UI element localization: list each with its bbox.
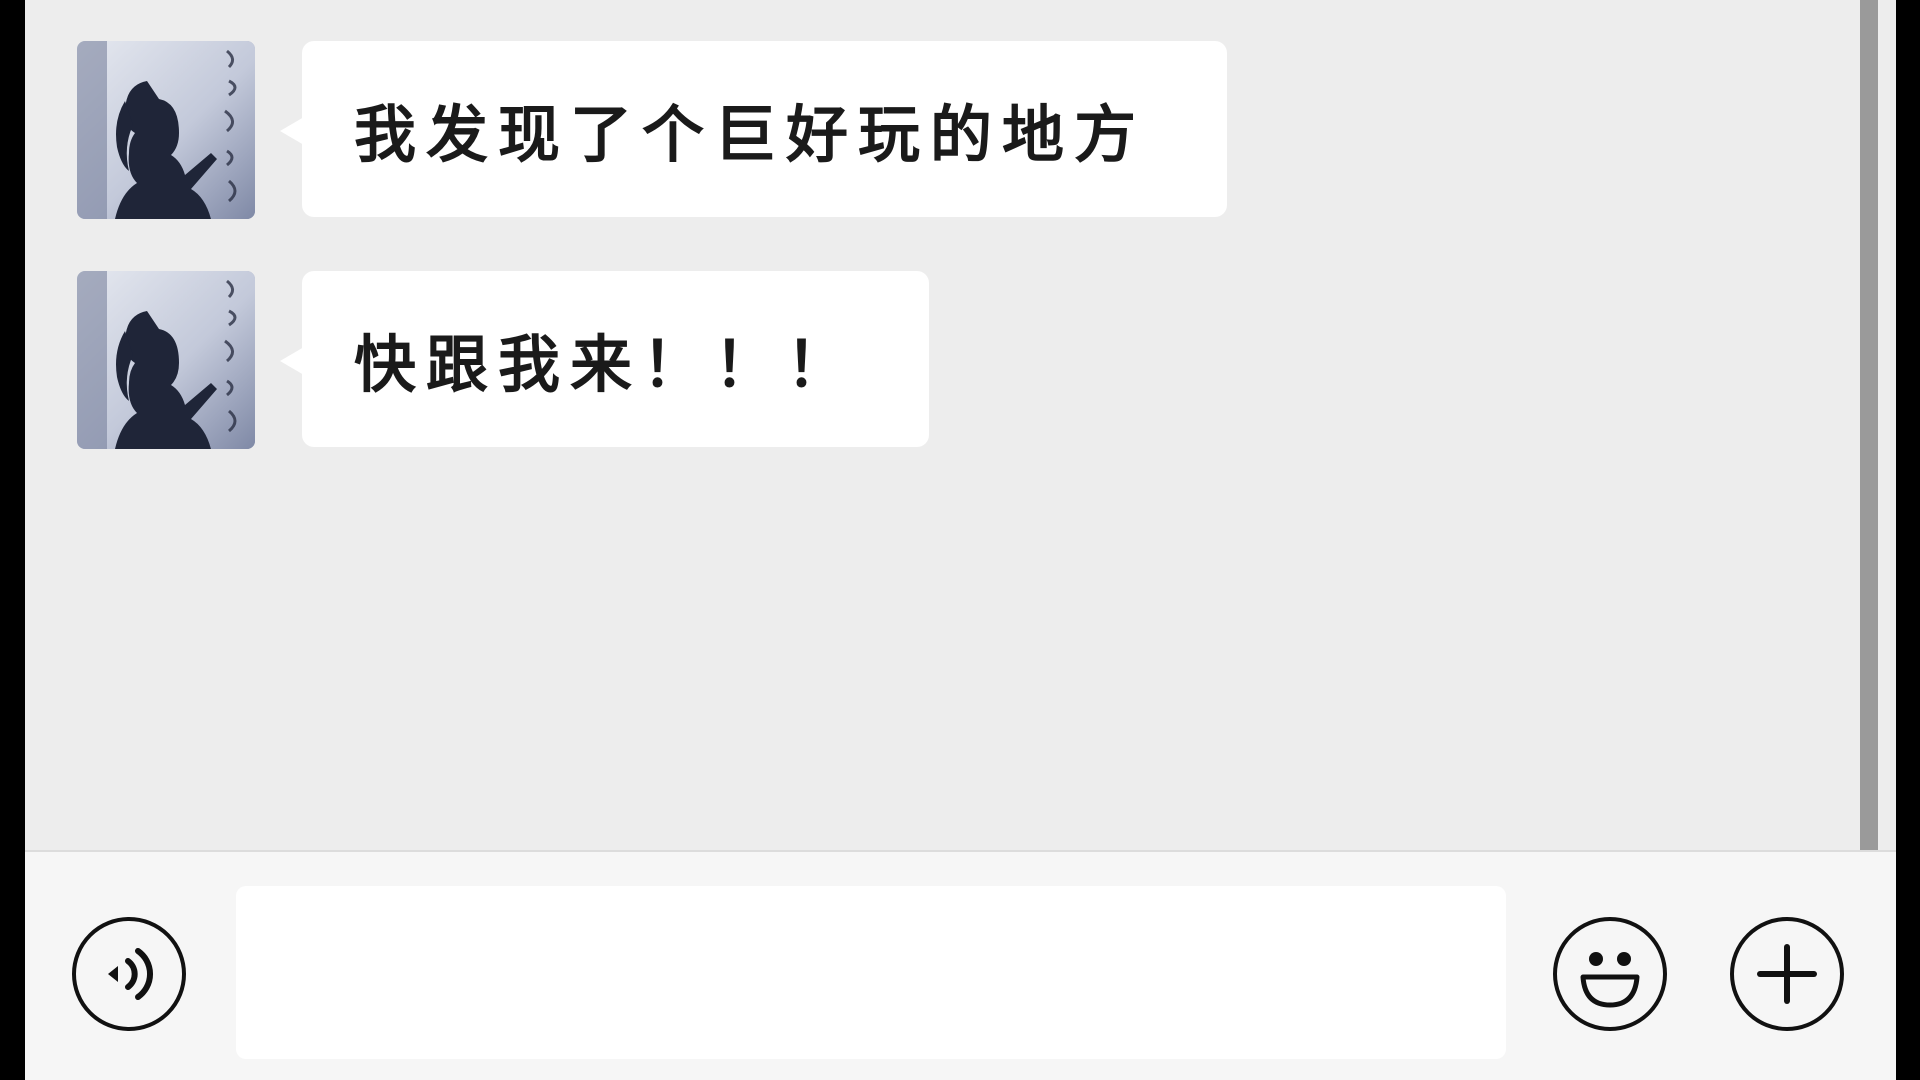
- chat-window: 我发现了个巨好玩的地方 快跟我来！！！: [25, 0, 1896, 1080]
- message-row: 我发现了个巨好玩的地方: [77, 41, 1227, 219]
- screen: 我发现了个巨好玩的地方 快跟我来！！！: [0, 0, 1920, 1080]
- message-list[interactable]: 我发现了个巨好玩的地方 快跟我来！！！: [25, 0, 1878, 850]
- avatar[interactable]: [77, 271, 255, 449]
- emoji-button[interactable]: [1553, 917, 1667, 1031]
- message-text: 我发现了个巨好玩的地方: [354, 98, 1147, 171]
- plus-icon: [1757, 944, 1817, 1004]
- message-row: 快跟我来！！！: [77, 271, 929, 449]
- avatar-silhouette-image: [77, 41, 255, 219]
- emoji-icon: [1580, 952, 1640, 1008]
- avatar[interactable]: [77, 41, 255, 219]
- more-button[interactable]: [1730, 917, 1844, 1031]
- message-bubble[interactable]: 快跟我来！！！: [280, 271, 929, 447]
- message-bubble[interactable]: 我发现了个巨好玩的地方: [280, 41, 1227, 217]
- message-text: 快跟我来！！！: [354, 328, 859, 401]
- scrollbar[interactable]: [1860, 0, 1878, 850]
- voice-button[interactable]: [72, 917, 186, 1031]
- input-bar: [25, 850, 1896, 1080]
- message-input[interactable]: [236, 886, 1506, 1059]
- voice-icon: [108, 948, 153, 1000]
- avatar-silhouette-image: [77, 271, 255, 449]
